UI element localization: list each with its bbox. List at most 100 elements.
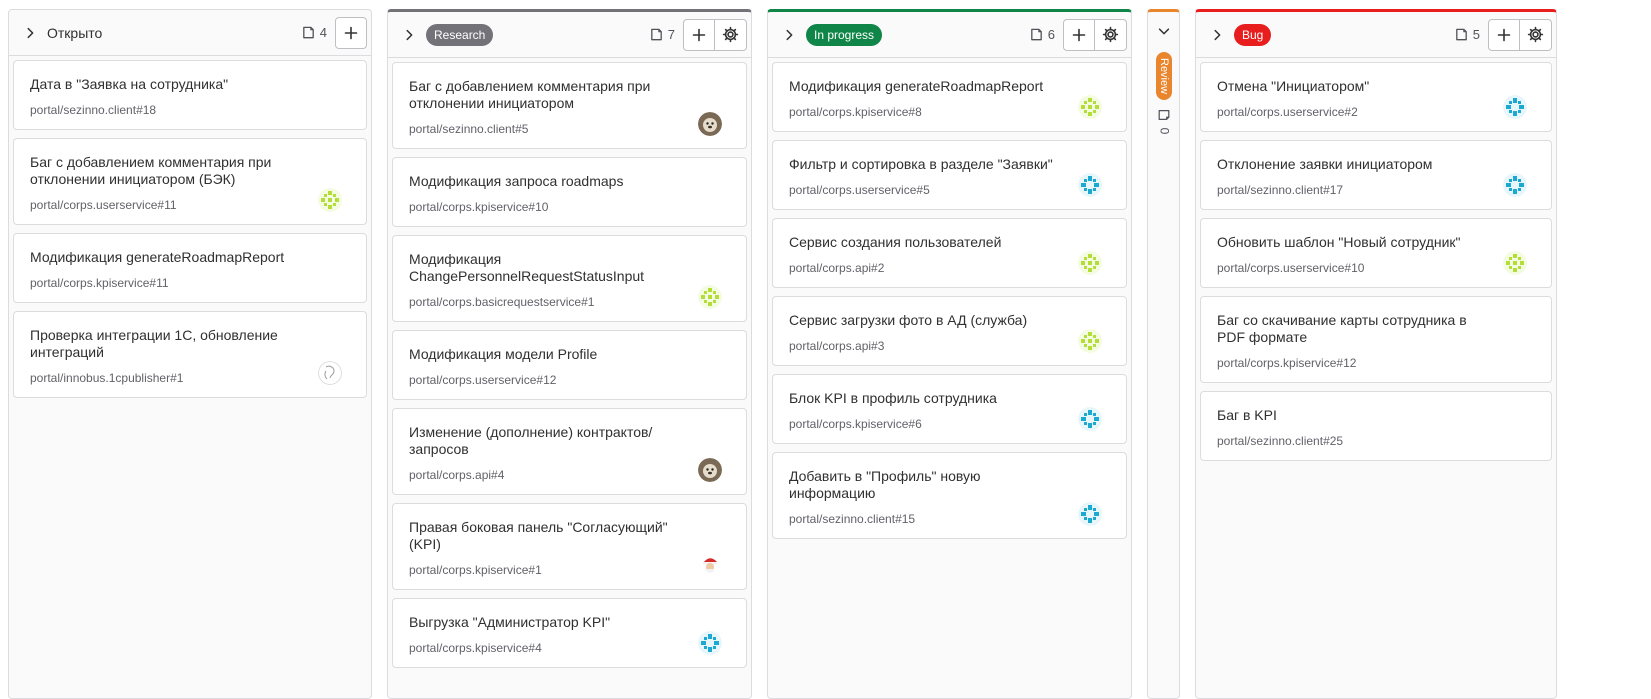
- assignee-avatar[interactable]: [698, 631, 722, 655]
- issue-project-path: portal/sezinno.client: [789, 512, 896, 526]
- issue-card[interactable]: Дата в "Заявка на сотрудника" portal/sezi…: [13, 60, 367, 130]
- issue-title[interactable]: Правая боковая панель "Согласующий" (KPI…: [409, 519, 730, 553]
- issue-card[interactable]: Добавить в "Профиль" новую информацию por…: [772, 452, 1127, 539]
- issue-title[interactable]: Модификация ChangePersonnelRequestStatus…: [409, 251, 730, 285]
- issue-title[interactable]: Баг с добавлением комментария при отклон…: [409, 78, 730, 112]
- issue-title[interactable]: Сервис создания пользователей: [789, 234, 1110, 251]
- issue-card[interactable]: Отклонение заявки инициатором portal/sezi…: [1200, 140, 1552, 210]
- issue-number: #8: [908, 105, 922, 119]
- assignee-avatar[interactable]: [698, 458, 722, 482]
- chevron-right-icon[interactable]: [1208, 26, 1226, 44]
- list-settings-button[interactable]: [1095, 18, 1127, 51]
- assignee-avatar[interactable]: [1503, 173, 1527, 197]
- issue-card[interactable]: Выгрузка "Администратор KPI" portal/corps…: [392, 598, 747, 668]
- assignee-avatar[interactable]: [1503, 251, 1527, 275]
- assignee-avatar[interactable]: [698, 285, 722, 309]
- issue-card[interactable]: Блок KPI в профиль сотрудника portal/corp…: [772, 374, 1127, 444]
- issue-number: #15: [895, 512, 916, 526]
- issue-title[interactable]: Сервис загрузки фото в АД (служба): [789, 312, 1110, 329]
- issue-card[interactable]: Модификация ChangePersonnelRequestStatus…: [392, 235, 747, 322]
- issue-title[interactable]: Изменение (дополнение) контрактов/запрос…: [409, 424, 730, 458]
- plus-icon: [1496, 27, 1512, 43]
- chevron-right-icon[interactable]: [780, 26, 798, 44]
- assignee-avatar[interactable]: [698, 112, 722, 136]
- assignee-avatar[interactable]: [1078, 173, 1102, 197]
- issue-title[interactable]: Модификация generateRoadmapReport: [30, 249, 350, 266]
- issue-card[interactable]: Проверка интеграции 1С, обновление интег…: [13, 311, 367, 398]
- issue-title[interactable]: Модификация модели Profile: [409, 346, 730, 363]
- issue-number: #5: [916, 183, 930, 197]
- issue-card[interactable]: Модификация запроса roadmaps portal/corps…: [392, 157, 747, 227]
- issue-card[interactable]: Баг в KPI portal/sezinno.client#25: [1200, 391, 1552, 461]
- issue-project-path: portal/corps.kpiservice: [789, 105, 909, 119]
- issue-number: #5: [515, 122, 529, 136]
- list-header: Открыто 4: [9, 10, 371, 56]
- issue-project-path: portal/corps.api: [789, 261, 872, 275]
- add-issue-button[interactable]: [335, 16, 367, 49]
- issue-card[interactable]: Фильтр и сортировка в разделе "Заявки" po…: [772, 140, 1127, 210]
- chevron-right-icon[interactable]: [21, 24, 39, 42]
- gear-icon: [1102, 26, 1119, 43]
- assignee-avatar[interactable]: [698, 553, 722, 577]
- issue-title[interactable]: Блок KPI в профиль сотрудника: [789, 390, 1110, 407]
- issue-title[interactable]: Дата в "Заявка на сотрудника": [30, 76, 350, 93]
- issue-title[interactable]: Добавить в "Профиль" новую информацию: [789, 468, 1110, 502]
- add-issue-button[interactable]: [1488, 18, 1520, 51]
- issue-card[interactable]: Модификация модели Profile portal/corps.u…: [392, 330, 747, 400]
- add-issue-button[interactable]: [683, 18, 715, 51]
- assignee-avatar[interactable]: [1503, 95, 1527, 119]
- issue-number: #2: [1344, 105, 1358, 119]
- issue-reference: portal/corps.userservice#10: [1217, 261, 1535, 275]
- assignee-avatar[interactable]: [318, 188, 342, 212]
- assignee-avatar[interactable]: [1078, 251, 1102, 275]
- issue-card[interactable]: Обновить шаблон "Новый сотрудник" portal/…: [1200, 218, 1552, 288]
- issue-card[interactable]: Сервис загрузки фото в АД (служба) portal…: [772, 296, 1127, 366]
- issue-card[interactable]: Правая боковая панель "Согласующий" (KPI…: [392, 503, 747, 590]
- issue-number: #3: [871, 339, 885, 353]
- issue-number: #1: [170, 371, 184, 385]
- chevron-down-icon[interactable]: [1155, 22, 1173, 40]
- issue-title[interactable]: Баг с добавлением комментария при отклон…: [30, 154, 350, 188]
- issue-project-path: portal/corps.kpiservice: [789, 417, 909, 431]
- assignee-avatar[interactable]: [1078, 95, 1102, 119]
- assignee-avatar[interactable]: [318, 361, 342, 385]
- issue-project-path: portal/corps.basicrequestservice: [409, 295, 582, 309]
- assignee-avatar[interactable]: [1078, 407, 1102, 431]
- issue-title[interactable]: Фильтр и сортировка в разделе "Заявки": [789, 156, 1110, 173]
- issue-project-path: portal/corps.api: [409, 468, 492, 482]
- issue-number: #1: [581, 295, 595, 309]
- issue-title[interactable]: Проверка интеграции 1С, обновление интег…: [30, 327, 350, 361]
- issue-card[interactable]: Модификация generateRoadmapReport portal/…: [13, 233, 367, 303]
- issue-title[interactable]: Отклонение заявки инициатором: [1217, 156, 1535, 173]
- issue-count-value: 7: [667, 27, 675, 42]
- list-label-pill[interactable]: Review: [1156, 52, 1172, 100]
- issue-title[interactable]: Обновить шаблон "Новый сотрудник": [1217, 234, 1535, 251]
- issue-card[interactable]: Модификация generateRoadmapReport portal/…: [772, 62, 1127, 132]
- issue-reference: portal/corps.kpiservice#1: [409, 563, 730, 577]
- assignee-avatar[interactable]: [1078, 502, 1102, 526]
- issue-title[interactable]: Баг в KPI: [1217, 407, 1535, 424]
- issue-card[interactable]: Изменение (дополнение) контрактов/запрос…: [392, 408, 747, 495]
- list-settings-button[interactable]: [715, 18, 747, 51]
- list-label-pill[interactable]: Research: [426, 23, 494, 46]
- issue-title[interactable]: Выгрузка "Администратор KPI": [409, 614, 730, 631]
- list-settings-button[interactable]: [1520, 18, 1552, 51]
- issue-title[interactable]: Отмена "Инициатором": [1217, 78, 1535, 95]
- card-list: Дата в "Заявка на сотрудника" portal/sezi…: [9, 56, 371, 398]
- list-label-pill[interactable]: Bug: [1234, 23, 1272, 46]
- assignee-avatar[interactable]: [1078, 329, 1102, 353]
- issue-title[interactable]: Баг со скачивание карты сотрудника в PDF…: [1217, 312, 1535, 346]
- issue-card[interactable]: Баг с добавлением комментария при отклон…: [392, 62, 747, 149]
- issue-card[interactable]: Баг со скачивание карты сотрудника в PDF…: [1200, 296, 1552, 383]
- issue-number: #11: [157, 198, 177, 212]
- issue-card[interactable]: Баг с добавлением комментария при отклон…: [13, 138, 367, 225]
- issue-card[interactable]: Отмена "Инициатором" portal/corps.userser…: [1200, 62, 1552, 132]
- chevron-right-icon[interactable]: [400, 26, 418, 44]
- list-label-pill[interactable]: In progress: [806, 23, 883, 46]
- issue-title[interactable]: Модификация generateRoadmapReport: [789, 78, 1110, 95]
- issues-icon: [649, 27, 664, 42]
- add-issue-button[interactable]: [1063, 18, 1095, 51]
- plus-icon: [691, 27, 707, 43]
- issue-title[interactable]: Модификация запроса roadmaps: [409, 173, 730, 190]
- issue-card[interactable]: Сервис создания пользователей portal/corp…: [772, 218, 1127, 288]
